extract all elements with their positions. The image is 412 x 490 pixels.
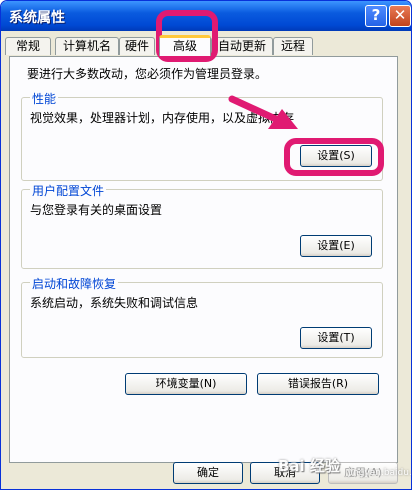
- tab-advanced[interactable]: 高级: [159, 35, 211, 56]
- startup-recovery-settings-button[interactable]: 设置(T): [300, 327, 372, 349]
- ok-button[interactable]: 确定: [173, 462, 243, 484]
- tab-automatic-updates[interactable]: 自动更新: [211, 37, 273, 55]
- system-properties-window: 系统属性 ? ✕ 常规 计算机名 硬件 高级 自动更新 远程 要进行大多数改动，…: [0, 0, 412, 490]
- startup-recovery-description: 系统启动，系统失败和调试信息: [30, 296, 199, 310]
- baidu-watermark: Bai 经验: [278, 457, 340, 475]
- error-reporting-button[interactable]: 错误报告(R): [257, 373, 379, 395]
- tab-hardware[interactable]: 硬件: [119, 37, 155, 55]
- environment-variables-button[interactable]: 环境变量(N): [125, 373, 247, 395]
- tab-remote[interactable]: 远程: [273, 37, 313, 55]
- user-profiles-group: 用户配置文件 与您登录有关的桌面设置 设置(E): [21, 182, 383, 269]
- startup-recovery-title: 启动和故障恢复: [30, 275, 119, 292]
- pointer-arrow-icon: [228, 95, 298, 129]
- window-title: 系统属性: [9, 10, 65, 26]
- user-profiles-title: 用户配置文件: [30, 182, 107, 199]
- user-profiles-description: 与您登录有关的桌面设置: [30, 203, 163, 217]
- tab-general[interactable]: 常规: [5, 37, 51, 55]
- performance-title: 性能: [30, 90, 59, 107]
- admin-note: 要进行大多数改动，您必须作为管理员登录。: [27, 67, 268, 81]
- close-button[interactable]: ✕: [389, 5, 411, 27]
- user-profiles-settings-button[interactable]: 设置(E): [300, 235, 372, 257]
- settings-button-highlight: [284, 138, 384, 176]
- baidu-watermark-url: jingyan.baidu.com: [348, 468, 412, 478]
- startup-recovery-group: 启动和故障恢复 系统启动，系统失败和调试信息 设置(T): [21, 275, 383, 358]
- help-button[interactable]: ?: [365, 5, 387, 27]
- tab-computer-name[interactable]: 计算机名: [55, 37, 119, 55]
